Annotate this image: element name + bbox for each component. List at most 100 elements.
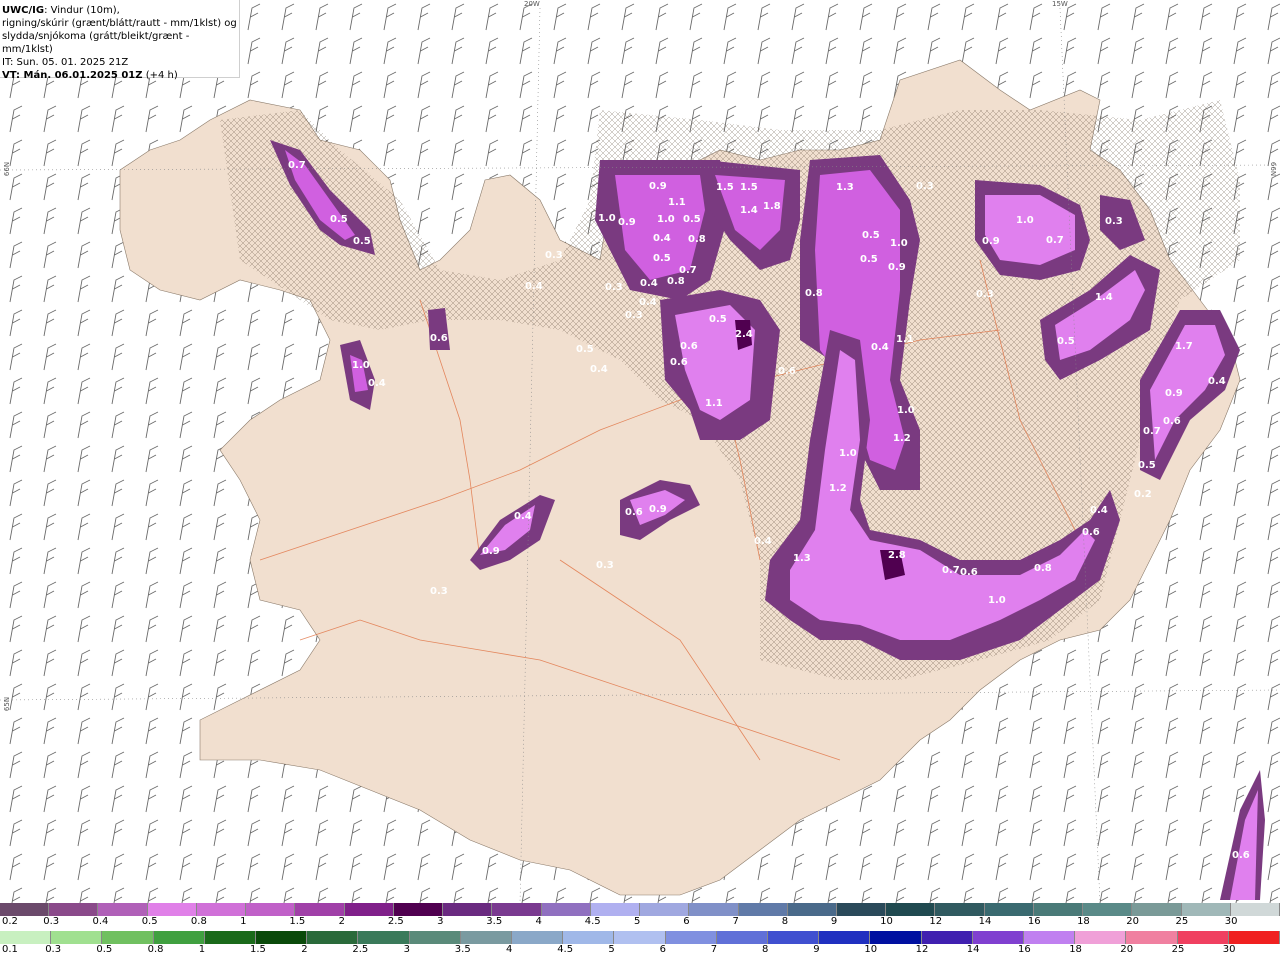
- colorbar-label: 0.5: [141, 916, 158, 927]
- colorbar-label: 4: [506, 944, 513, 955]
- precip-label: 0.5: [576, 344, 594, 355]
- precip-label: 0.4: [871, 342, 889, 353]
- colorbar-swatch: [1024, 931, 1076, 944]
- colorbar-label: 3: [403, 944, 410, 955]
- colorbar-label: 2.5: [352, 944, 369, 955]
- precip-label: 1.0: [1016, 215, 1034, 226]
- snow-colorbar-swatches: [0, 903, 1280, 916]
- colorbar-label: 16: [1018, 944, 1031, 955]
- precip-label: 0.4: [1208, 376, 1226, 387]
- snow-colorbar-labels: 0.2 0.3 0.4 0.5 0.8 1 1.5 2 2.5 3 3.5 4 4.5 5 6 7 8 9 10 12…: [0, 916, 1280, 930]
- colorbar-label: 5: [608, 944, 615, 955]
- colorbar-swatch: [935, 903, 985, 916]
- colorbar-label: 2.5: [387, 916, 404, 927]
- precip-label: 0.6: [1232, 850, 1250, 861]
- precip-label: 0.7: [942, 565, 960, 576]
- precip-label: 0.4: [590, 364, 608, 375]
- colorbar-swatch: [246, 903, 296, 916]
- precip-label: 0.9: [482, 546, 500, 557]
- colorbar-swatch: [886, 903, 936, 916]
- colorbar-label: 4.5: [557, 944, 574, 955]
- lat-label-left-upper: 66N: [3, 161, 12, 177]
- colorbar-swatch: [307, 931, 359, 944]
- rain-colorbar-labels: 0.1 0.3 0.5 0.8 1 1.5 2 2.5 3 3.5 4 4.5 5 6 7 8 9 10 12 14 1…: [0, 944, 1280, 958]
- precip-label: 0.7: [1046, 235, 1064, 246]
- precip-label: 1.0: [890, 238, 908, 249]
- colorbar-label: 1.5: [289, 916, 306, 927]
- precip-label: 0.5: [653, 253, 671, 264]
- colorbar-label: 30: [1222, 944, 1236, 955]
- colorbar-swatch: [256, 931, 308, 944]
- colorbar-swatch: [1126, 931, 1178, 944]
- precip-label: 0.3: [916, 181, 934, 192]
- precip-label: 1.3: [793, 553, 811, 564]
- colorbar-label: 3.5: [486, 916, 503, 927]
- colorbar-swatch: [0, 931, 52, 944]
- precip-label: 0.3: [1105, 216, 1123, 227]
- precip-label: 2.8: [888, 550, 906, 561]
- precip-label: 1.0: [352, 360, 370, 371]
- colorbar-swatch: [102, 931, 154, 944]
- colorbar-label: 0.2: [2, 916, 18, 927]
- precip-label: 0.7: [679, 265, 697, 276]
- colorbar-swatch: [51, 931, 103, 944]
- colorbar-label: 0.5: [96, 944, 113, 955]
- colorbar-swatch: [972, 931, 1025, 944]
- colorbar-label: 3.5: [454, 944, 471, 955]
- colorbar-label: 2: [301, 944, 308, 955]
- colorbar-swatch: [716, 931, 769, 944]
- precip-label: 0.3: [625, 310, 643, 321]
- colorbar-label: 14: [978, 916, 992, 927]
- precip-label: 0.4: [653, 233, 671, 244]
- colorbar-label: 0.3: [43, 916, 60, 927]
- precip-label: 0.9: [649, 504, 667, 515]
- colorbar-swatch: [768, 931, 820, 944]
- colorbar-swatch: [1230, 903, 1280, 916]
- colorbar-swatch: [295, 903, 345, 916]
- colorbar-label: 8: [781, 916, 789, 927]
- model-name: UWC/IG: [2, 5, 45, 16]
- precip-label: 0.6: [680, 341, 698, 352]
- precip-label: 0.9: [888, 262, 906, 273]
- precip-label: 1.2: [893, 433, 911, 444]
- lon-label-15w: 15W: [1052, 0, 1068, 8]
- colorbar-label: 20: [1126, 916, 1140, 927]
- colorbar-swatch: [590, 903, 641, 916]
- colorbar-swatch: [1177, 931, 1229, 944]
- precip-label: 1.1: [705, 398, 723, 409]
- colorbar-label: 18: [1077, 916, 1090, 927]
- precip-label: 1.0: [598, 213, 616, 224]
- colorbar-swatch: [393, 903, 444, 916]
- precip-label: 0.4: [514, 511, 532, 522]
- precip-label: 0.6: [430, 333, 448, 344]
- valid-time: VT: Mán. 06.01.2025 01Z: [2, 70, 143, 81]
- colorbar-swatch: [1033, 903, 1084, 916]
- precip-label: 0.7: [288, 160, 306, 171]
- precip-label: 1.0: [988, 595, 1006, 606]
- precip-label: 0.4: [640, 278, 658, 289]
- lon-label-20w: 20W: [524, 0, 540, 8]
- precip-label: 1.5: [740, 182, 758, 193]
- precip-label: 0.6: [670, 357, 688, 368]
- colorbar-label: 6: [683, 916, 690, 927]
- precip-label: 1.4: [740, 205, 758, 216]
- colorbar-swatch: [563, 931, 615, 944]
- colorbar-swatch: [689, 903, 739, 916]
- colorbar-label: 5: [634, 916, 641, 927]
- header-line1: : Vindur (10m),: [44, 5, 120, 16]
- colorbar-swatch: [443, 903, 493, 916]
- colorbar-swatch: [1083, 903, 1133, 916]
- precip-label: 0.6: [778, 366, 796, 377]
- valid-offset: (+4 h): [145, 70, 178, 81]
- precip-label: 0.4: [368, 378, 386, 389]
- colorbar-label: 0.4: [92, 916, 109, 927]
- precip-label: 0.4: [1090, 505, 1108, 516]
- lat-label-left-lower: 65N: [3, 696, 12, 712]
- colorbar-label: 12: [915, 944, 929, 955]
- precip-label: 0.9: [982, 236, 1000, 247]
- colorbar-label: 0.1: [2, 944, 18, 955]
- precip-label: 1.7: [1175, 341, 1193, 352]
- precip-label: 0.8: [1034, 563, 1052, 574]
- precip-label: 1.1: [668, 197, 686, 208]
- precip-label: 1.0: [657, 214, 675, 225]
